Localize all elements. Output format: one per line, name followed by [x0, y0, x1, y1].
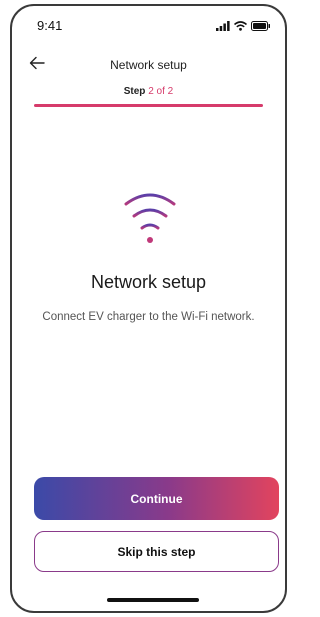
status-time: 9:41	[37, 18, 63, 33]
status-bar: 9:41	[12, 6, 285, 46]
step-label: Step	[123, 86, 146, 97]
wifi-status-icon	[233, 18, 248, 36]
signal-icon	[216, 18, 230, 36]
battery-icon	[251, 18, 271, 36]
header: Network setup	[12, 52, 285, 80]
step-progress-bar	[34, 104, 263, 107]
phone-frame: 9:41 Network setup Step 2 of 2 Network s…	[10, 4, 287, 613]
main-title: Network setup	[90, 272, 207, 292]
status-icons	[216, 18, 271, 36]
wifi-icon	[122, 186, 178, 248]
header-title: Network setup	[110, 58, 187, 72]
main-description: Connect EV charger to the Wi-Fi network.	[42, 311, 255, 323]
step-indicator: Step 2 of 2	[12, 86, 285, 97]
step-value: 2 of 2	[148, 86, 174, 97]
home-indicator	[107, 598, 199, 602]
continue-button[interactable]: Continue	[34, 477, 279, 520]
skip-step-button[interactable]: Skip this step	[34, 531, 279, 572]
